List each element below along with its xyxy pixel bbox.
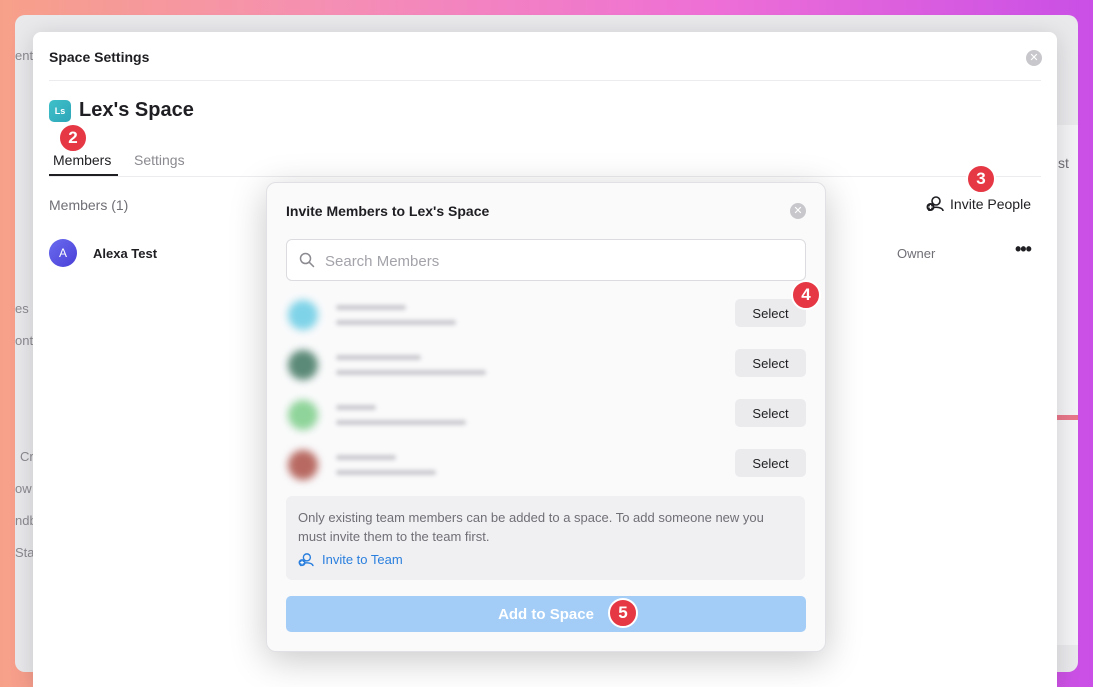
add-person-icon: [298, 552, 314, 566]
modal-title: Space Settings: [49, 49, 150, 65]
close-settings-button[interactable]: ✕: [1026, 50, 1042, 66]
divider: [49, 176, 1041, 177]
avatar: [288, 450, 318, 480]
more-options-button[interactable]: •••: [1015, 239, 1032, 260]
search-icon: [299, 252, 315, 268]
list-item: Select: [276, 440, 806, 490]
bg-peek-text: Cr: [20, 449, 34, 464]
ellipsis-icon: •••: [1015, 239, 1032, 259]
avatar: A: [49, 239, 77, 267]
member-role: Owner: [897, 246, 936, 261]
space-name: Lex's Space: [79, 99, 194, 121]
select-button[interactable]: Select: [735, 449, 806, 477]
blurred-email: [336, 420, 466, 425]
space-logo: Ls: [49, 100, 71, 122]
invite-to-team-link[interactable]: Invite to Team: [298, 552, 403, 567]
step-badge: 2: [58, 123, 88, 153]
invite-people-button[interactable]: Invite People: [926, 196, 1031, 212]
avatar: [288, 400, 318, 430]
blurred-name: [336, 405, 376, 410]
bg-peek-text: Sta: [15, 545, 35, 560]
list-item: Select: [276, 340, 806, 390]
list-item: Select: [276, 290, 806, 340]
invite-to-team-label: Invite to Team: [322, 552, 403, 567]
step-badge: 3: [966, 164, 996, 194]
blurred-name: [336, 355, 421, 360]
avatar: [288, 300, 318, 330]
close-icon: ✕: [793, 205, 803, 217]
close-icon: ✕: [1029, 52, 1039, 64]
divider: [49, 80, 1041, 81]
bg-peek-text: ow: [15, 481, 32, 496]
search-box: [286, 239, 806, 282]
avatar: [288, 350, 318, 380]
bg-peek-text: ont: [15, 333, 34, 348]
info-text: Only existing team members can be added …: [298, 510, 764, 544]
blurred-email: [336, 470, 436, 475]
search-members-input[interactable]: [323, 240, 797, 282]
invite-modal-title: Invite Members to Lex's Space: [286, 203, 490, 219]
bg-peek-text: ent: [15, 48, 34, 63]
select-button[interactable]: Select: [735, 349, 806, 377]
member-name: Alexa Test: [93, 246, 158, 261]
list-item: Select: [276, 390, 806, 440]
add-to-space-button[interactable]: Add to Space: [286, 596, 806, 632]
add-person-icon: [926, 196, 944, 212]
bg-peek-text: st: [1058, 155, 1069, 171]
bg-right-panel: st: [1056, 125, 1078, 645]
step-badge: 4: [791, 280, 821, 310]
bg-peek-text: es: [15, 301, 29, 316]
blurred-name: [336, 305, 406, 310]
select-button[interactable]: Select: [735, 399, 806, 427]
blurred-name: [336, 455, 396, 460]
invite-members-modal: Invite Members to Lex's Space ✕ Select S…: [266, 182, 826, 652]
info-box: Only existing team members can be added …: [286, 496, 805, 580]
blurred-email: [336, 320, 456, 325]
members-count: Members (1): [49, 197, 129, 213]
step-badge: 5: [608, 598, 638, 628]
tab-members[interactable]: Members: [53, 152, 111, 168]
tab-settings[interactable]: Settings: [134, 152, 185, 168]
bg-accent-bar: [1056, 415, 1078, 420]
close-invite-button[interactable]: ✕: [790, 203, 806, 219]
blurred-email: [336, 370, 486, 375]
invite-people-label: Invite People: [950, 196, 1031, 212]
